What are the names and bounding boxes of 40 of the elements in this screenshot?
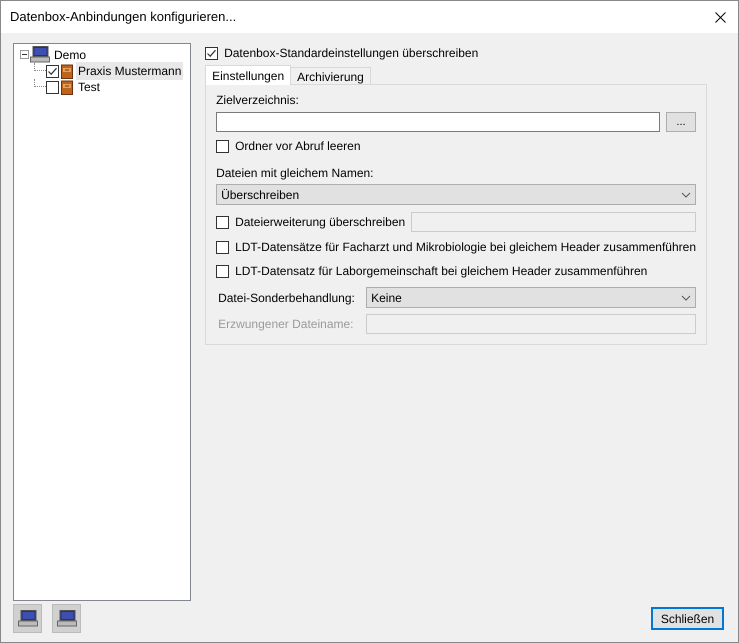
checkbox[interactable]	[46, 80, 59, 94]
option-label: Dateierweiterung überschreiben	[235, 214, 406, 231]
filename-field[interactable]	[366, 314, 696, 334]
collapse-toggle-icon[interactable]	[20, 50, 29, 59]
tree-item[interactable]: Praxis Mustermann	[76, 62, 184, 80]
checkbox[interactable]	[216, 216, 230, 228]
dropdown[interactable]: Keine	[366, 287, 696, 308]
caret-icon	[681, 192, 691, 198]
tree-item[interactable]: Demo	[54, 46, 86, 64]
extension-field[interactable]	[411, 212, 696, 232]
field-label: Zielverzeichnis:	[216, 92, 300, 109]
dropdown[interactable]: Überschreiben	[216, 184, 696, 205]
browse-button[interactable]: ...	[666, 112, 696, 132]
option-label: LDT-Datensätze für Facharzt und Mikrobiologie bei gleichem Header zusammenführen	[235, 239, 696, 256]
checkbox[interactable]	[216, 264, 230, 278]
option-label: LDT-Datensatz für Laborgemeinschaft bei gleichem Header zusammenführen	[235, 263, 648, 280]
override-label: Datenbox-Standardeinstellungen überschreiben	[224, 45, 478, 62]
tree-item[interactable]: Test	[76, 78, 102, 96]
computer-add-icon	[18, 610, 38, 627]
checkbox[interactable]	[46, 64, 59, 78]
field-label: Datei-Sonderbehandlung:	[217, 290, 356, 306]
remove-computer-button[interactable]	[52, 604, 81, 633]
computer-remove-icon	[56, 610, 76, 627]
option-label: Ordner vor Abruf leeren	[235, 138, 360, 155]
caret-icon	[681, 294, 691, 300]
add-computer-button[interactable]	[13, 604, 42, 633]
briefcase-icon	[61, 80, 73, 94]
close-button[interactable]: Schließen	[651, 607, 724, 630]
tab[interactable]: Einstellungen	[205, 65, 292, 85]
checkbox[interactable]	[216, 140, 230, 152]
field-label: Dateien mit gleichem Namen:	[216, 165, 374, 182]
directory-field[interactable]	[216, 112, 660, 132]
checkbox[interactable]	[216, 240, 230, 254]
briefcase-icon	[61, 64, 73, 78]
checkbox[interactable]	[205, 46, 218, 60]
computer-icon	[30, 46, 50, 63]
tab[interactable]: Archivierung	[290, 67, 371, 85]
field-label: Erzwungener Dateiname:	[217, 316, 354, 333]
window-title: Datenbox-Anbindungen konfigurieren...	[10, 8, 236, 26]
close-icon[interactable]	[715, 12, 726, 22]
